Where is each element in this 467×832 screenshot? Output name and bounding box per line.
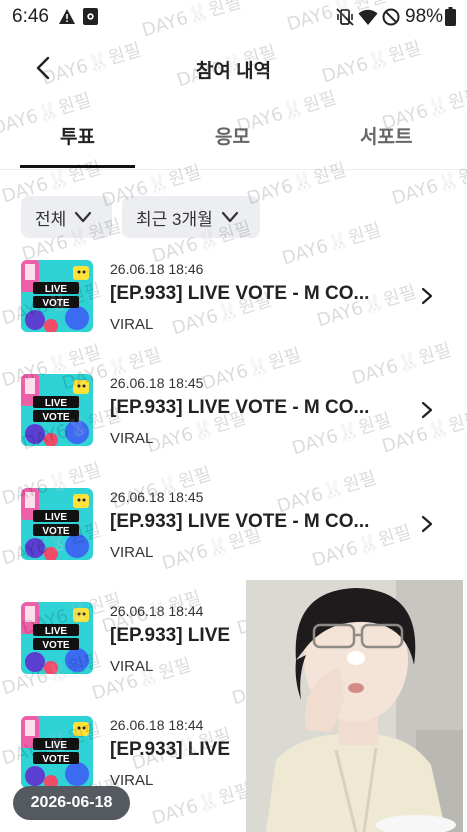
thumb-line2: VOTE	[42, 640, 70, 651]
item-title: [EP.933] LIVE VOTE - M CO...	[110, 511, 370, 532]
item-source: VIRAL	[110, 658, 154, 675]
photo-illustration	[246, 580, 463, 832]
thumb-line1: LIVE	[45, 740, 68, 751]
chevron-right-icon	[421, 515, 433, 533]
item-date: 26.06.18 18:44	[110, 603, 204, 619]
tab-support[interactable]: 서포트	[360, 122, 412, 149]
floating-photo[interactable]	[246, 580, 463, 832]
chevron-down-icon	[221, 211, 238, 223]
thumb-line1: LIVE	[45, 284, 68, 295]
item-date: 26.06.18 18:44	[110, 717, 204, 733]
period-filter-dropdown[interactable]: 최근 3개월	[122, 196, 260, 238]
item-title: [EP.933] LIVE VOTE - M CO...	[110, 283, 370, 304]
tab-vote[interactable]: 투표	[60, 122, 95, 149]
tab-bar: 투표 응모 서포트	[0, 110, 467, 170]
item-source: VIRAL	[110, 316, 154, 333]
thumb-line1: LIVE	[45, 398, 68, 409]
battery-icon	[445, 7, 456, 26]
type-filter-dropdown[interactable]: 전체	[21, 196, 112, 238]
vote-thumbnail: LIVE VOTE	[21, 716, 93, 788]
wifi-icon	[358, 9, 378, 25]
app-bar: 참여 내역	[0, 38, 467, 98]
page-title: 참여 내역	[195, 61, 272, 82]
item-source: VIRAL	[110, 430, 154, 447]
item-source: VIRAL	[110, 544, 154, 561]
thumb-line2: VOTE	[42, 298, 70, 309]
status-bar: 6:46 98%	[0, 0, 467, 34]
date-badge: 2026-06-18	[13, 786, 130, 820]
do-not-disturb-icon	[382, 8, 400, 26]
warning-icon	[59, 9, 75, 24]
vibrate-off-icon	[336, 8, 354, 26]
status-time: 6:46	[12, 6, 49, 27]
period-filter-label: 최근 3개월	[136, 209, 213, 229]
vote-thumbnail: LIVE VOTE	[21, 260, 93, 332]
item-date: 26.06.18 18:45	[110, 489, 204, 505]
vote-thumbnail: LIVE VOTE	[21, 374, 93, 446]
thumb-line2: VOTE	[42, 412, 70, 423]
type-filter-label: 전체	[35, 209, 67, 229]
chevron-right-icon	[421, 287, 433, 305]
thumb-line2: VOTE	[42, 754, 70, 765]
list-item[interactable]: LIVE VOTE 26.06.18 18:45 [EP.933] LIVE V…	[0, 374, 467, 464]
active-tab-indicator	[20, 165, 135, 168]
chevron-right-icon	[421, 401, 433, 419]
thumb-line2: VOTE	[42, 526, 70, 537]
chevron-down-icon	[75, 211, 92, 223]
item-date: 26.06.18 18:46	[110, 261, 204, 277]
notification-icon	[83, 8, 98, 25]
list-item[interactable]: LIVE VOTE 26.06.18 18:45 [EP.933] LIVE V…	[0, 488, 467, 578]
vote-thumbnail: LIVE VOTE	[21, 488, 93, 560]
list-item[interactable]: LIVE VOTE 26.06.18 18:46 [EP.933] LIVE V…	[0, 260, 467, 350]
vote-thumbnail: LIVE VOTE	[21, 602, 93, 674]
thumb-line1: LIVE	[45, 626, 68, 637]
tab-apply[interactable]: 응모	[215, 122, 250, 149]
battery-percent: 98%	[405, 6, 444, 27]
item-date: 26.06.18 18:45	[110, 375, 204, 391]
item-title: [EP.933] LIVE VOTE - M CO...	[110, 397, 370, 418]
thumb-line1: LIVE	[45, 512, 68, 523]
